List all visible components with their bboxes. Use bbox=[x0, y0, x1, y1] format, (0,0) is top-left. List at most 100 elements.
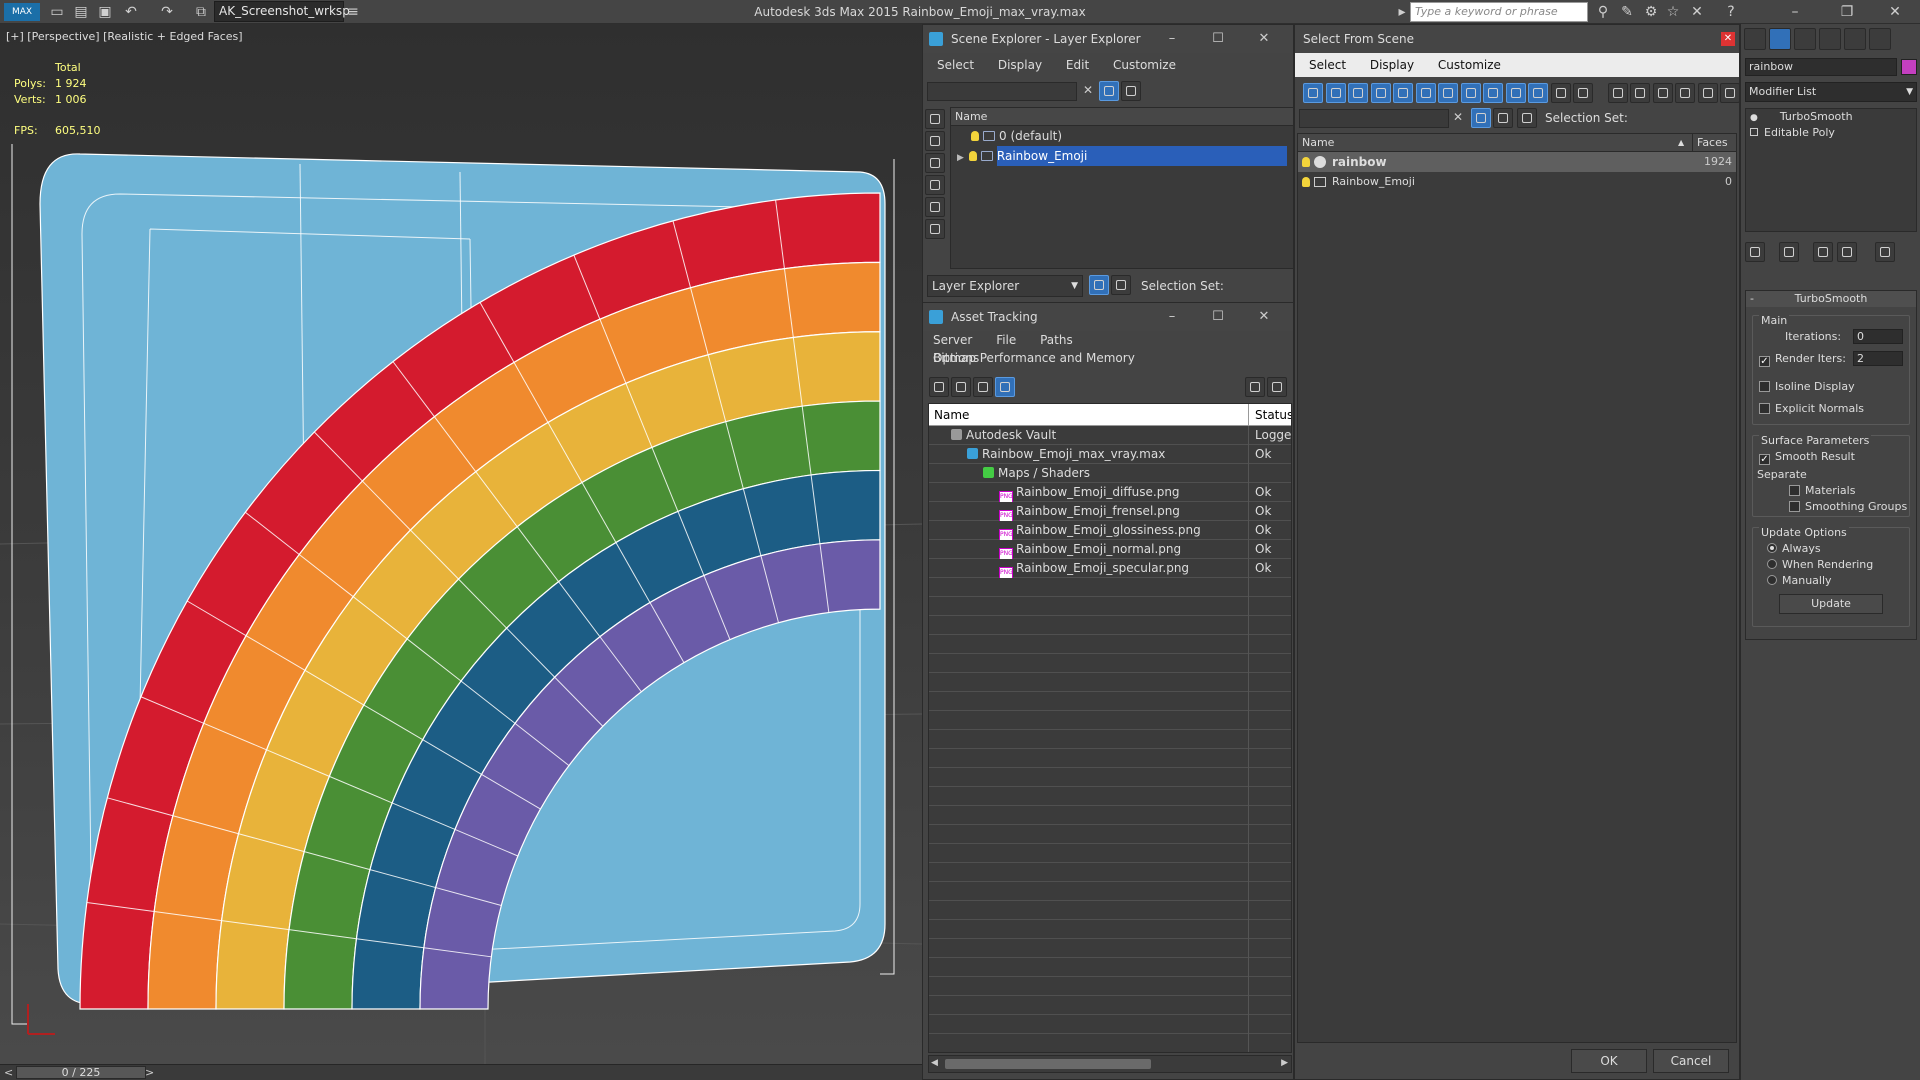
motion-tab-icon[interactable] bbox=[1819, 28, 1841, 50]
layer-row-rainbow-emoji[interactable]: ▶ Rainbow_Emoji bbox=[951, 146, 1293, 166]
restore-window-icon[interactable]: ❐ bbox=[1838, 3, 1856, 21]
perspective-viewport[interactable]: [+] [Perspective] [Realistic + Edged Fac… bbox=[0, 24, 922, 1064]
filter-select-all-icon[interactable] bbox=[1607, 83, 1628, 103]
filter-frozen-icon[interactable] bbox=[1528, 83, 1548, 103]
filter-shapes-icon[interactable] bbox=[1325, 83, 1346, 103]
render-iters-checkbox[interactable]: ✓ Render Iters: bbox=[1759, 352, 1846, 367]
minimize-icon[interactable]: – bbox=[1149, 25, 1195, 53]
refresh-icon[interactable] bbox=[929, 377, 949, 397]
layer-explorer-icon[interactable] bbox=[1089, 275, 1109, 295]
visibility-bulb-icon[interactable] bbox=[968, 151, 977, 161]
minimize-window-icon[interactable]: – bbox=[1786, 3, 1804, 21]
app-logo-icon[interactable]: MAX bbox=[4, 3, 40, 21]
explorer-type-dropdown[interactable]: Layer Explorer ▼ bbox=[927, 275, 1083, 297]
asset-row[interactable]: Autodesk Vault Logged bbox=[929, 426, 1291, 445]
table-view-icon[interactable] bbox=[995, 377, 1015, 397]
undo-icon[interactable]: ↶ bbox=[122, 3, 140, 21]
modify-tab-icon[interactable] bbox=[1769, 28, 1791, 50]
menu-display[interactable]: Display bbox=[988, 53, 1052, 77]
close-icon[interactable]: ✕ bbox=[1241, 303, 1287, 331]
collapse-icon[interactable]: - bbox=[1750, 291, 1754, 307]
iterations-spinner[interactable]: 0 bbox=[1853, 329, 1903, 344]
binoculars-icon[interactable]: ⚲ bbox=[1594, 3, 1612, 21]
filter-groups-icon[interactable] bbox=[1438, 83, 1458, 103]
col-name-header[interactable]: Name bbox=[929, 404, 1249, 426]
utilities-tab-icon[interactable] bbox=[1869, 28, 1891, 50]
filter-bones-icon[interactable] bbox=[1483, 83, 1503, 103]
rollout-header[interactable]: - TurboSmooth bbox=[1746, 291, 1916, 307]
help-icon[interactable]: ? bbox=[1722, 3, 1740, 21]
filter-sort-options-icon[interactable] bbox=[1697, 83, 1718, 103]
expand-arrow-icon[interactable]: ▶ bbox=[957, 153, 964, 163]
menu-server[interactable]: Server bbox=[923, 331, 982, 349]
show-end-result-icon[interactable] bbox=[1779, 242, 1799, 262]
keyword-search-input[interactable]: Type a keyword or phrase bbox=[1410, 2, 1588, 22]
column-header-name[interactable]: Name bbox=[951, 108, 1293, 126]
filter-hidden-icon[interactable] bbox=[1550, 83, 1571, 103]
search-arrow-icon[interactable]: ▸ bbox=[1393, 3, 1411, 21]
menu-edit[interactable]: Edit bbox=[1056, 53, 1099, 77]
layer-options-icon[interactable] bbox=[1121, 81, 1141, 101]
visibility-bulb-icon[interactable] bbox=[971, 131, 979, 141]
filter-filter-icon[interactable] bbox=[1675, 83, 1695, 103]
isoline-display-checkbox[interactable]: Isoline Display bbox=[1759, 380, 1855, 393]
close-window-icon[interactable]: ✕ bbox=[1886, 3, 1904, 21]
time-slider[interactable]: 0 / 225 bbox=[16, 1066, 146, 1079]
close-icon[interactable]: ✕ bbox=[1721, 32, 1735, 46]
filter-geometry-icon[interactable] bbox=[1303, 83, 1323, 103]
menu-select[interactable]: Select bbox=[927, 53, 984, 77]
modifier-list-dropdown[interactable]: Modifier List ▼ bbox=[1745, 82, 1917, 102]
object-color-swatch[interactable] bbox=[1901, 59, 1917, 75]
horizontal-scrollbar[interactable]: ◀ ▶ bbox=[928, 1055, 1292, 1073]
materials-checkbox[interactable]: Materials bbox=[1789, 484, 1855, 497]
redo-icon[interactable]: ↷ bbox=[158, 3, 176, 21]
scroll-right-icon[interactable]: ▶ bbox=[1281, 1058, 1288, 1068]
rainbow-model-render[interactable] bbox=[0, 24, 922, 1064]
menu-select[interactable]: Select bbox=[1299, 53, 1356, 77]
next-frame-button[interactable]: > bbox=[145, 1065, 154, 1080]
filter-select-none-icon[interactable] bbox=[1630, 83, 1650, 103]
settings-icon[interactable] bbox=[1267, 377, 1287, 397]
workspace-menu-icon[interactable]: ≡ bbox=[344, 3, 362, 21]
manually-radio[interactable]: Manually bbox=[1767, 574, 1832, 587]
object-row-rainbow-emoji[interactable]: Rainbow_Emoji 0 bbox=[1298, 172, 1736, 192]
clear-find-icon[interactable]: ✕ bbox=[1453, 110, 1463, 124]
menu-paths[interactable]: Paths bbox=[1030, 331, 1083, 349]
project-folder-icon[interactable]: ⧉ bbox=[192, 3, 210, 21]
tools-icon[interactable]: ✎ bbox=[1618, 3, 1636, 21]
maximize-icon[interactable]: ☐ bbox=[1195, 303, 1241, 331]
col-status-header[interactable]: Status bbox=[1251, 404, 1291, 426]
favorites-star-icon[interactable]: ☆ bbox=[1664, 3, 1682, 21]
menu-customize[interactable]: Customize bbox=[1103, 53, 1186, 77]
always-radio[interactable]: Always bbox=[1767, 542, 1821, 555]
new-file-icon[interactable]: ▭ bbox=[48, 3, 66, 21]
col-faces-header[interactable]: Faces bbox=[1692, 134, 1728, 152]
filter-toggle-icon[interactable] bbox=[1471, 108, 1491, 128]
render-iters-spinner[interactable]: 2 bbox=[1853, 351, 1903, 366]
lightbulb-icon[interactable]: ● bbox=[1750, 113, 1758, 123]
display-shapes-icon[interactable] bbox=[925, 131, 945, 151]
ok-button[interactable]: OK bbox=[1571, 1049, 1647, 1073]
filter-cameras-icon[interactable] bbox=[1370, 83, 1391, 103]
filter-select-invert-icon[interactable] bbox=[1652, 83, 1673, 103]
create-tab-icon[interactable] bbox=[1744, 28, 1766, 50]
hierarchy-icon[interactable] bbox=[1111, 275, 1131, 295]
layer-mode-icon[interactable] bbox=[1493, 108, 1513, 128]
display-spacewarps-icon[interactable] bbox=[925, 219, 945, 239]
filter-lights-icon[interactable] bbox=[1348, 83, 1368, 103]
hierarchy-mode-icon[interactable] bbox=[1517, 108, 1537, 128]
scroll-left-icon[interactable]: ◀ bbox=[931, 1058, 938, 1068]
object-row-rainbow[interactable]: rainbow 1924 bbox=[1298, 152, 1736, 172]
visibility-bulb-icon[interactable] bbox=[1302, 172, 1314, 192]
filter-toggle-icon[interactable] bbox=[1099, 81, 1119, 101]
viewport-label[interactable]: [+] [Perspective] [Realistic + Edged Fac… bbox=[6, 30, 243, 43]
menu-file[interactable]: File bbox=[986, 331, 1026, 349]
close-tool-icon[interactable]: ✕ bbox=[1688, 3, 1706, 21]
visibility-bulb-icon[interactable] bbox=[1302, 152, 1314, 172]
stack-item-turbosmooth[interactable]: ● TurboSmooth bbox=[1746, 109, 1916, 125]
scrollbar-thumb[interactable] bbox=[945, 1059, 1151, 1069]
asset-row[interactable]: PNG Rainbow_Emoji_normal.png Ok bbox=[929, 540, 1291, 559]
layer-row-default[interactable]: 0 (default) bbox=[951, 126, 1293, 146]
select-from-scene-titlebar[interactable]: Select From Scene ✕ bbox=[1295, 25, 1739, 53]
filter-spacewarps-icon[interactable] bbox=[1415, 83, 1436, 103]
